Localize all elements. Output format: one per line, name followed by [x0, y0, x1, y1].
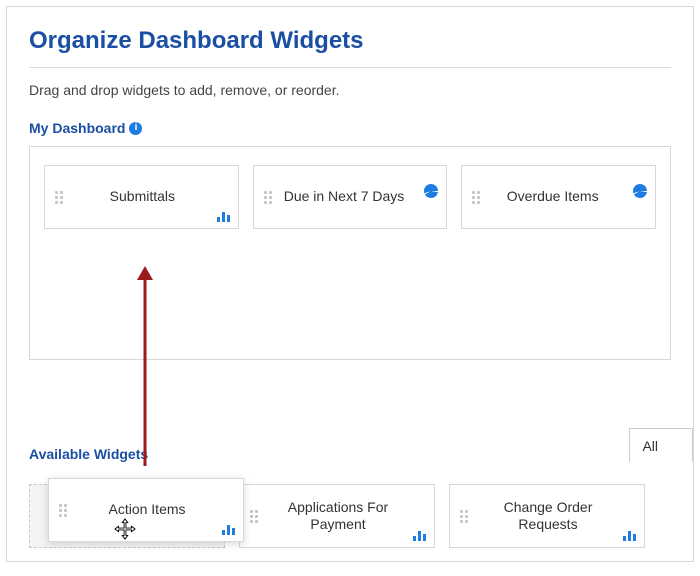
widget-label: Due in Next 7 Days — [272, 188, 433, 206]
widget-label: Action Items — [67, 501, 243, 519]
bar-chart-icon — [623, 531, 636, 541]
divider — [29, 67, 671, 68]
available-widgets-label: Available Widgets — [29, 446, 148, 462]
drag-handle-icon[interactable] — [460, 510, 468, 523]
move-cursor-icon — [114, 518, 136, 540]
widget-card-action-items-dragging[interactable]: Action Items — [48, 478, 244, 542]
bar-chart-icon — [222, 525, 235, 535]
drag-handle-icon[interactable] — [250, 510, 258, 523]
widget-card-overdue-items[interactable]: Overdue Items — [461, 165, 656, 229]
filter-selected-value: All — [642, 438, 658, 454]
widget-label: Change Order Requests — [468, 499, 644, 534]
my-dashboard-dropzone[interactable]: Submittals Due in Next 7 Days Overdue It… — [29, 146, 671, 360]
widget-label: Overdue Items — [480, 188, 641, 206]
my-dashboard-heading: My Dashboard i — [29, 120, 671, 136]
widget-card-due-next-7-days[interactable]: Due in Next 7 Days — [253, 165, 448, 229]
pie-chart-icon — [424, 184, 438, 198]
instructions-text: Drag and drop widgets to add, remove, or… — [29, 82, 671, 98]
bar-chart-icon — [413, 531, 426, 541]
drag-handle-icon[interactable] — [59, 504, 67, 517]
drag-handle-icon[interactable] — [472, 191, 480, 204]
my-dashboard-label: My Dashboard — [29, 120, 125, 136]
widget-card-applications-for-payment[interactable]: Applications For Payment — [239, 484, 435, 548]
pie-chart-icon — [633, 184, 647, 198]
widget-label: Submittals — [63, 188, 238, 206]
widget-label: Applications For Payment — [258, 499, 434, 534]
widget-filter-select[interactable]: All — [629, 428, 693, 462]
widget-card-change-order-requests[interactable]: Change Order Requests — [449, 484, 645, 548]
page-title: Organize Dashboard Widgets — [29, 27, 671, 55]
available-widgets-heading: Available Widgets — [29, 446, 148, 462]
drag-handle-icon[interactable] — [55, 191, 63, 204]
drag-handle-icon[interactable] — [264, 191, 272, 204]
bar-chart-icon — [217, 212, 230, 222]
widget-card-submittals[interactable]: Submittals — [44, 165, 239, 229]
info-icon[interactable]: i — [129, 122, 142, 135]
